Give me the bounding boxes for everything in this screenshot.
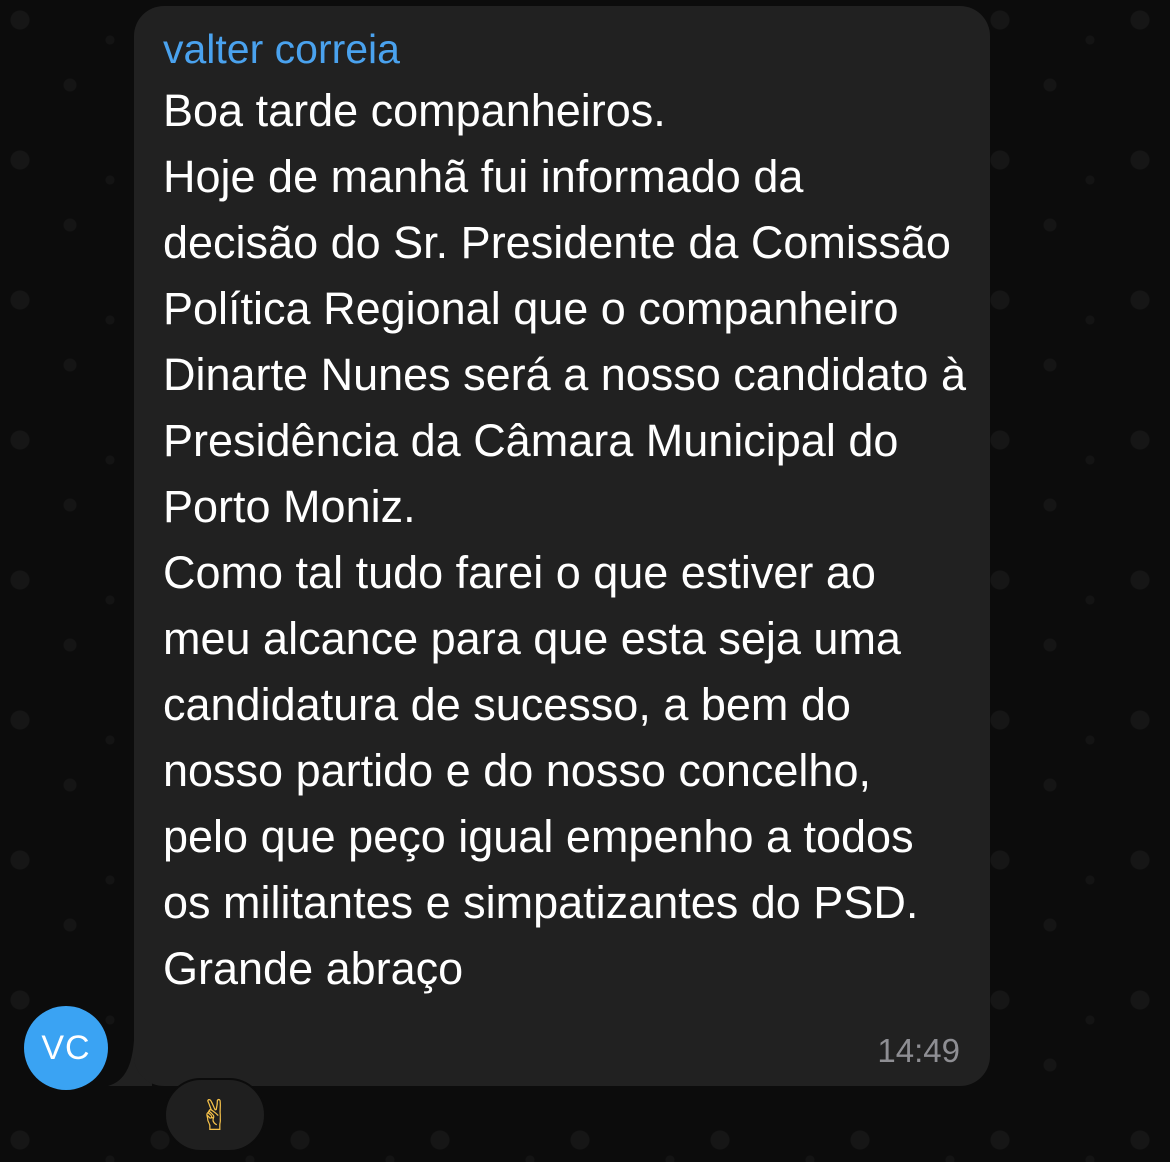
sender-avatar[interactable]: VC	[24, 1006, 108, 1090]
message-bubble[interactable]: valter correia Boa tarde companheiros. H…	[134, 6, 990, 1086]
incoming-message-group: VC valter correia Boa tarde companheiros…	[0, 0, 1170, 1162]
victory-hand-icon: ✌	[197, 1090, 233, 1140]
message-text: Boa tarde companheiros. Hoje de manhã fu…	[163, 85, 966, 994]
sender-name[interactable]: valter correia	[163, 24, 966, 74]
message-timestamp: 14:49	[877, 1032, 960, 1069]
reaction-badge[interactable]: ✌	[164, 1078, 266, 1152]
avatar-initials: VC	[41, 1028, 91, 1067]
